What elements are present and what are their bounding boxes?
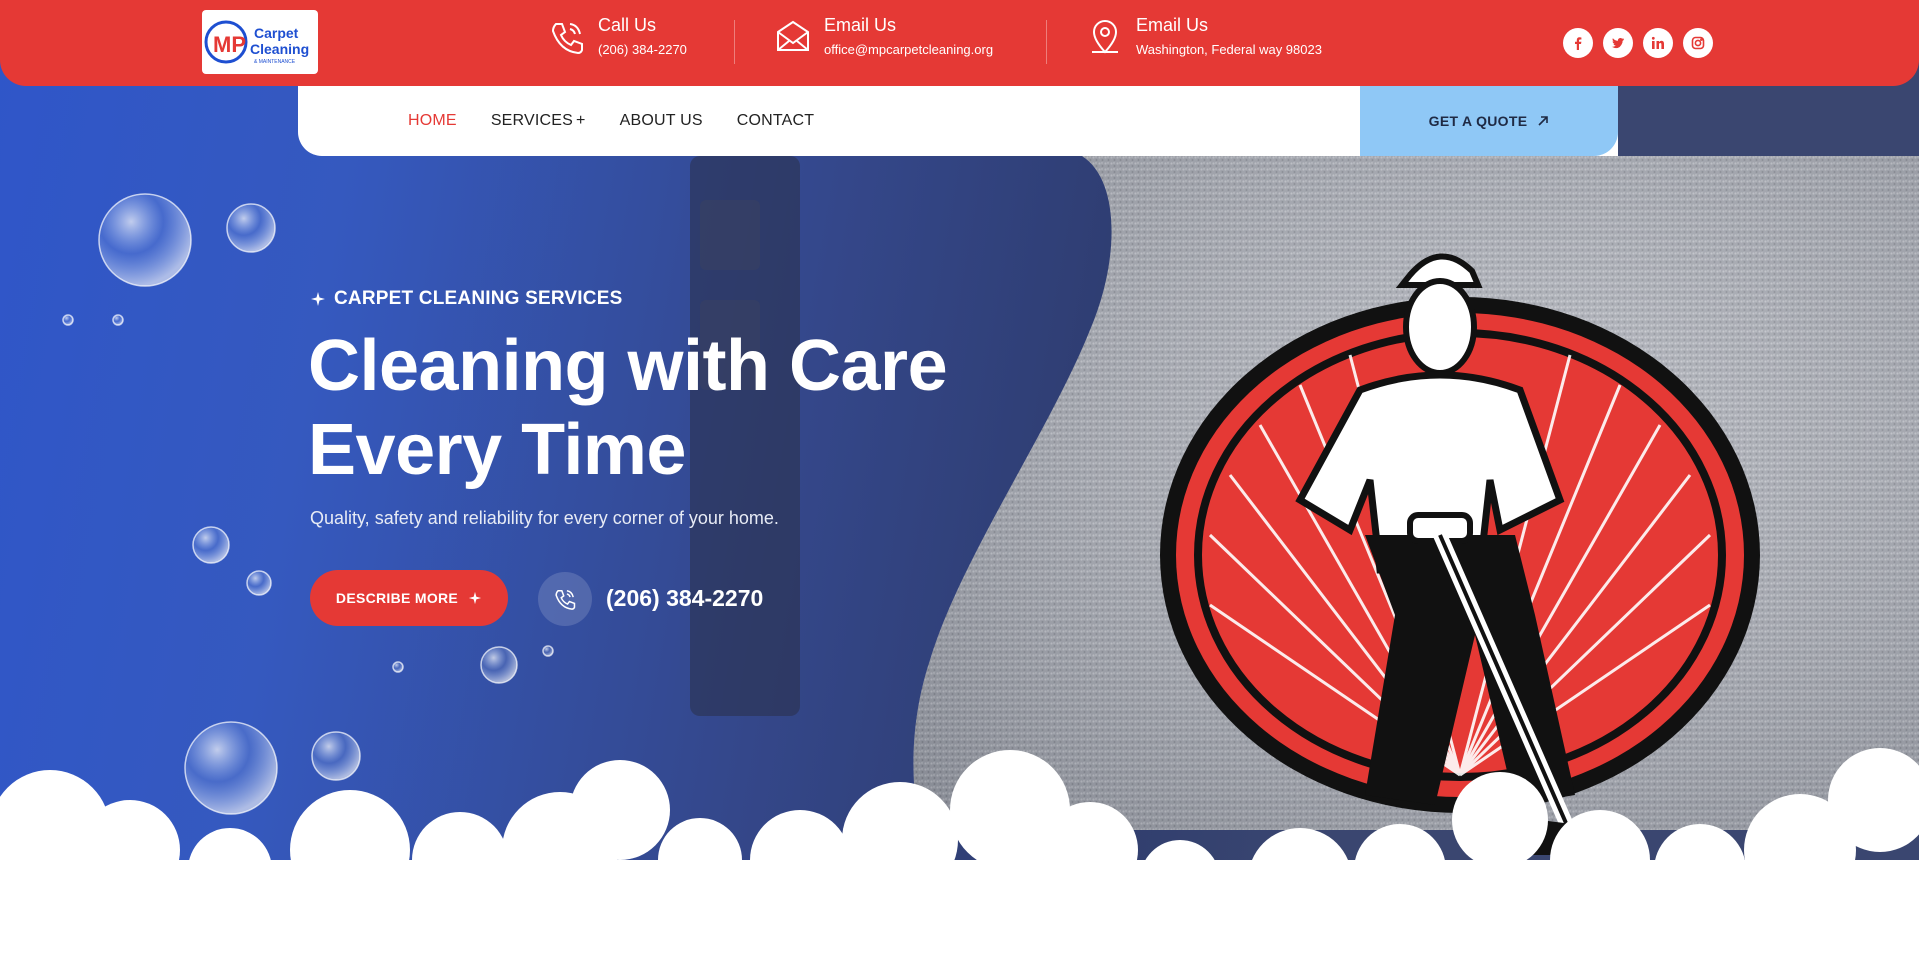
twitter-icon[interactable] [1603,28,1633,58]
main-navigation: HOME SERVICES + ABOUT US CONTACT GET A Q… [298,86,1618,156]
nav-item-home[interactable]: HOME [408,112,457,130]
nav-item-services[interactable]: SERVICES + [491,112,586,130]
contact-location[interactable]: Email Us Washington, Federal way 98023 [1086,14,1322,60]
phone-call-button[interactable] [538,572,592,626]
logo-line2: Cleaning [250,41,309,57]
hero-phone-number[interactable]: (206) 384-2270 [606,585,763,612]
phone-icon [551,23,583,55]
hero-eyebrow: CARPET CLEANING SERVICES [310,288,622,310]
email-title: Email Us [824,15,897,35]
nav-item-label: HOME [408,112,457,129]
logo-line3: & MAINTENANCE [254,59,296,65]
headline-line1: Cleaning with Care [308,326,948,406]
hero-headline: Cleaning with Care Every Time [308,324,1068,492]
logo-letters: MP [213,32,246,57]
nav-menu: HOME SERVICES + ABOUT US CONTACT [408,86,814,156]
plus-icon: + [576,112,586,129]
contact-call[interactable]: Call Us (206) 384-2270 [548,14,687,60]
clouds-divider [0,748,1919,962]
nav-item-label: ABOUT US [619,112,703,129]
envelope-icon [777,20,809,51]
sparkle-icon [468,591,482,605]
linkedin-icon[interactable] [1643,28,1673,58]
location-title: Email Us [1136,15,1209,35]
sparkle-icon [311,292,325,306]
page: MP Carpet Cleaning & MAINTENANCE Call Us… [0,0,1919,962]
call-value: (206) 384-2270 [598,42,687,57]
nav-item-about-us[interactable]: ABOUT US [620,112,703,130]
email-value: office@mpcarpetcleaning.org [824,42,994,57]
eyebrow-text: CARPET CLEANING SERVICES [334,288,623,309]
map-pin-icon [1092,20,1118,54]
nav-item-label: SERVICES [490,112,574,129]
button-label: DESCRIBE MORE [335,590,459,606]
site-logo[interactable]: MP Carpet Cleaning & MAINTENANCE [202,10,318,74]
phone-icon [555,590,576,610]
divider [1046,20,1047,64]
social-links [1563,28,1713,58]
logo-line1: Carpet [254,25,299,41]
describe-more-button[interactable]: DESCRIBE MORE [310,570,508,626]
location-value: Washington, Federal way 98023 [1136,42,1322,57]
quote-label: GET A QUOTE [1428,113,1528,129]
get-a-quote-button[interactable]: GET A QUOTE [1360,86,1618,156]
logo-icon: MP Carpet Cleaning & MAINTENANCE [204,20,309,65]
arrow-up-right-icon [1538,116,1549,126]
facebook-icon[interactable] [1563,28,1593,58]
nav-item-contact[interactable]: CONTACT [737,112,815,130]
hero-subtitle: Quality, safety and reliability for ever… [310,508,779,528]
headline-line2: Every Time [308,410,686,490]
instagram-icon[interactable] [1683,28,1713,58]
contact-email[interactable]: Email Us office@mpcarpetcleaning.org [774,14,993,60]
divider [734,20,735,64]
top-contact-bar: MP Carpet Cleaning & MAINTENANCE Call Us… [0,0,1919,86]
call-title: Call Us [598,15,657,35]
nav-item-label: CONTACT [736,112,815,129]
